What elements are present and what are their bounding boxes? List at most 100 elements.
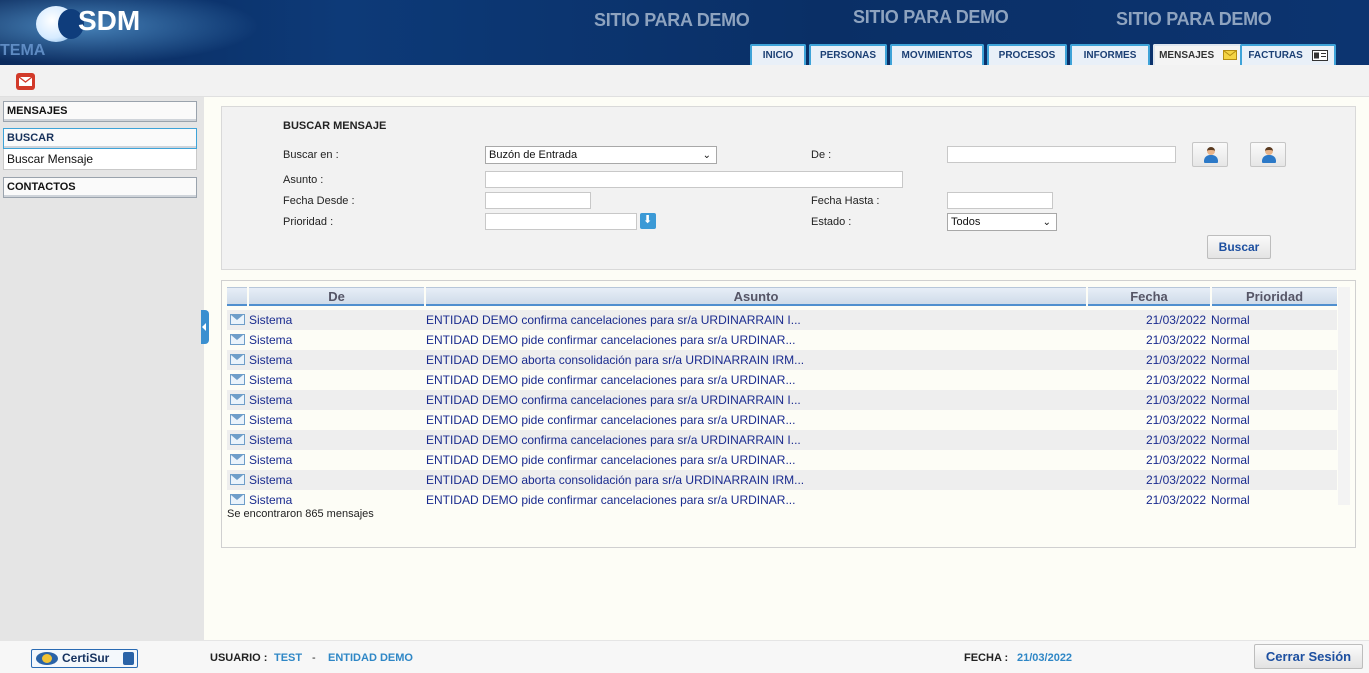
table-row[interactable]: Sistema ENTIDAD DEMO confirma cancelacion…	[227, 390, 1337, 410]
de-label: De :	[811, 149, 832, 161]
tab-procesos[interactable]: PROCESOS	[987, 44, 1067, 65]
asunto-field[interactable]	[485, 171, 903, 188]
invoice-icon	[1311, 49, 1328, 61]
tab-movimientos[interactable]: MOVIMIENTOS	[890, 44, 984, 65]
buscar-en-value: Buzón de Entrada	[489, 149, 578, 161]
tab-inicio[interactable]: INICIO	[750, 44, 806, 65]
sidebar-collapse-handle[interactable]	[201, 310, 209, 344]
envelope-icon	[230, 434, 245, 445]
logo-text: SDM	[78, 5, 141, 36]
table-row[interactable]: Sistema ENTIDAD DEMO pide confirmar cance…	[227, 410, 1337, 430]
cell-fecha: 21/03/2022	[1145, 393, 1206, 407]
table-row[interactable]: Sistema ENTIDAD DEMO pide confirmar cance…	[227, 330, 1337, 350]
column-header-fecha[interactable]: Fecha	[1088, 287, 1210, 306]
asunto-label: Asunto :	[283, 174, 324, 186]
app-header: SDM TEMA SITIO PARA DEMO SITIO PARA DEMO…	[0, 0, 1369, 65]
cell-prioridad: Normal	[1211, 313, 1250, 327]
cell-de: Sistema	[249, 333, 293, 347]
estado-value: Todos	[951, 216, 981, 228]
table-row[interactable]: Sistema ENTIDAD DEMO pide confirmar cance…	[227, 450, 1337, 470]
envelope-icon	[1222, 50, 1237, 61]
tab-facturas[interactable]: FACTURAS	[1240, 44, 1336, 65]
footer: CertiSur USUARIO : TEST - ENTIDAD DEMO F…	[0, 640, 1369, 673]
tab-label: FACTURAS	[1248, 50, 1303, 61]
logout-button[interactable]: Cerrar Sesión	[1254, 644, 1363, 669]
cell-asunto: ENTIDAD DEMO pide confirmar cancelacione…	[426, 333, 796, 347]
table-row[interactable]: Sistema ENTIDAD DEMO confirma cancelacion…	[227, 430, 1337, 450]
column-header-asunto[interactable]: Asunto	[426, 287, 1086, 306]
user-icon	[1262, 147, 1276, 163]
column-header-de[interactable]: De	[249, 287, 424, 306]
cell-de: Sistema	[249, 413, 293, 427]
buscar-button[interactable]: Buscar	[1207, 235, 1271, 259]
demo-banner-3: SITIO PARA DEMO	[1116, 9, 1272, 29]
cell-de: Sistema	[249, 453, 293, 467]
table-row[interactable]: Sistema ENTIDAD DEMO aborta consolidación…	[227, 470, 1337, 490]
results-scrollbar[interactable]	[1338, 287, 1350, 505]
estado-label: Estado :	[811, 216, 852, 228]
prioridad-dropdown-icon[interactable]	[640, 213, 656, 229]
certisur-logo-icon	[36, 652, 58, 665]
clear-contact-button[interactable]	[1250, 142, 1286, 167]
footer-separator: -	[312, 652, 316, 664]
column-header-icon	[227, 287, 247, 306]
tema-label: TEMA	[0, 42, 46, 59]
select-contact-button[interactable]	[1192, 142, 1228, 167]
sidebar-section-buscar[interactable]: BUSCAR	[3, 128, 197, 149]
search-panel: BUSCAR MENSAJE Buscar en : Buzón de Entr…	[221, 106, 1356, 270]
usuario-label: USUARIO :	[210, 652, 268, 664]
cell-de: Sistema	[249, 353, 293, 367]
cell-fecha: 21/03/2022	[1145, 373, 1206, 387]
tab-label: PROCESOS	[998, 50, 1056, 61]
fecha-desde-field[interactable]	[485, 192, 591, 209]
lock-icon	[123, 652, 134, 665]
estado-select[interactable]: Todos ⌄	[947, 213, 1057, 231]
cell-prioridad: Normal	[1211, 353, 1250, 367]
cell-de: Sistema	[249, 393, 293, 407]
sidebar-item-buscar-mensaje[interactable]: Buscar Mensaje	[3, 149, 197, 170]
search-title: BUSCAR MENSAJE	[283, 120, 387, 132]
tab-label: PERSONAS	[819, 50, 877, 61]
tab-label: INICIO	[762, 50, 794, 61]
envelope-icon	[230, 414, 245, 425]
cell-asunto: ENTIDAD DEMO aborta consolidación para s…	[426, 353, 805, 367]
table-row[interactable]: Sistema ENTIDAD DEMO confirma cancelacion…	[227, 310, 1337, 330]
tab-label: MENSAJES	[1159, 50, 1215, 61]
cell-fecha: 21/03/2022	[1145, 413, 1206, 427]
envelope-icon	[230, 334, 245, 345]
new-message-icon[interactable]	[16, 73, 35, 90]
de-field[interactable]	[947, 146, 1176, 163]
table-row[interactable]: Sistema ENTIDAD DEMO pide confirmar cance…	[227, 490, 1337, 510]
cell-de: Sistema	[249, 373, 293, 387]
fecha-label: FECHA :	[964, 652, 1009, 664]
table-row[interactable]: Sistema ENTIDAD DEMO pide confirmar cance…	[227, 370, 1337, 390]
certisur-badge[interactable]: CertiSur	[31, 649, 138, 668]
demo-banner-2: SITIO PARA DEMO	[853, 7, 1009, 27]
cell-fecha: 21/03/2022	[1145, 493, 1206, 507]
fecha-desde-label: Fecha Desde :	[283, 195, 355, 207]
cell-prioridad: Normal	[1211, 453, 1250, 467]
envelope-icon	[230, 314, 245, 325]
table-row[interactable]: Sistema ENTIDAD DEMO aborta consolidación…	[227, 350, 1337, 370]
sidebar-section-contactos[interactable]: CONTACTOS	[3, 177, 197, 198]
fecha-hasta-field[interactable]	[947, 192, 1053, 209]
tab-label: INFORMES	[1083, 50, 1137, 61]
results-count: Se encontraron 865 mensajes	[227, 508, 374, 520]
envelope-icon	[230, 454, 245, 465]
column-header-prioridad[interactable]: Prioridad	[1212, 287, 1337, 306]
cell-fecha: 21/03/2022	[1145, 313, 1206, 327]
cell-prioridad: Normal	[1211, 433, 1250, 447]
envelope-icon	[230, 394, 245, 405]
cell-de: Sistema	[249, 433, 293, 447]
tab-personas[interactable]: PERSONAS	[809, 44, 887, 65]
tab-informes[interactable]: INFORMES	[1070, 44, 1150, 65]
prioridad-field[interactable]	[485, 213, 637, 230]
tab-mensajes[interactable]: MENSAJES	[1153, 44, 1243, 65]
cell-prioridad: Normal	[1211, 493, 1250, 507]
envelope-icon	[230, 374, 245, 385]
cell-asunto: ENTIDAD DEMO pide confirmar cancelacione…	[426, 453, 796, 467]
sidebar-section-mensajes[interactable]: MENSAJES	[3, 101, 197, 122]
buscar-en-select[interactable]: Buzón de Entrada ⌄	[485, 146, 717, 164]
usuario-value: TEST	[274, 652, 303, 664]
chevron-down-icon: ⌄	[702, 150, 711, 161]
